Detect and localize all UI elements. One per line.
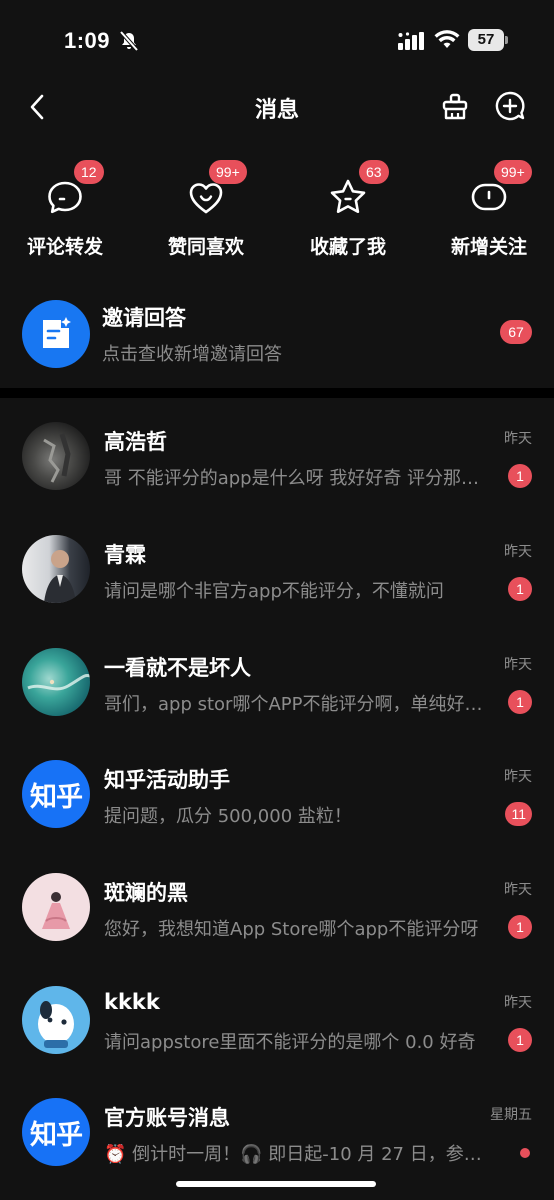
message-item[interactable]: 青霖 请问是哪个非官方app不能评分，不懂就问 昨天 1 (0, 535, 554, 647)
message-preview: 请问appstore里面不能评分的是哪个 0.0 好奇 (104, 1032, 476, 1053)
status-bar: 1:09 57 (0, 0, 554, 82)
header-bar: 消息 (0, 82, 554, 132)
quick-item-favorites[interactable]: 63 收藏了我 (283, 160, 413, 260)
message-time: 昨天 (504, 882, 532, 898)
unread-badge: 1 (508, 577, 532, 601)
message-preview: 哥们，app stor哪个APP不能评分啊，单纯好奇想看看 (104, 694, 490, 715)
zhihu-logo-avatar: 知乎 (22, 1098, 90, 1166)
invite-title: 邀请回答 (102, 306, 186, 330)
message-name: 斑斓的黑 (104, 881, 188, 905)
status-time: 1:09 (64, 28, 111, 53)
message-preview: 提问题，瓜分 500,000 盐粒！ (104, 806, 352, 827)
avatar (22, 986, 90, 1054)
message-item[interactable]: 高浩哲 哥 不能评分的app是什么呀 我好好奇 评分那里是什么样子的 昨天 1 (0, 422, 554, 534)
likes-badge: 99+ (209, 160, 247, 184)
quick-label-followers: 新增关注 (450, 236, 527, 258)
clear-broom-icon[interactable] (440, 92, 470, 122)
message-preview: 请问是哪个非官方app不能评分，不懂就问 (104, 581, 444, 602)
unread-badge: 1 (508, 1028, 532, 1052)
add-chat-icon[interactable] (494, 90, 526, 122)
quick-label-favorites: 收藏了我 (309, 236, 386, 258)
quick-label-comments: 评论转发 (26, 236, 103, 258)
message-item[interactable]: 知乎 知乎活动助手 提问题，瓜分 500,000 盐粒！ 昨天 11 (0, 760, 554, 872)
page-title: 消息 (254, 98, 299, 123)
favorites-badge: 63 (359, 160, 389, 184)
message-name: 青霖 (104, 543, 146, 567)
message-preview: 您好，我想知道App Store哪个app不能评分呀 (104, 919, 479, 940)
message-name: kkkk (104, 990, 160, 1014)
avatar (22, 873, 90, 941)
message-name: 官方账号消息 (104, 1106, 230, 1130)
bell-mute-icon (119, 30, 139, 52)
message-preview: ⏰ 倒计时一周！🎧 即日起-10 月 27 日，参与活动 (104, 1144, 490, 1165)
message-item[interactable]: kkkk 请问appstore里面不能评分的是哪个 0.0 好奇 昨天 1 (0, 986, 554, 1098)
message-name: 一看就不是坏人 (104, 656, 251, 680)
unread-badge: 11 (505, 802, 532, 826)
avatar (22, 648, 90, 716)
section-divider (0, 388, 554, 398)
message-time: 昨天 (504, 769, 532, 785)
invite-badge: 67 (500, 320, 532, 344)
battery-indicator: 57 (468, 29, 508, 51)
quick-item-likes[interactable]: 99+ 赞同喜欢 (141, 160, 271, 260)
message-item[interactable]: 斑斓的黑 您好，我想知道App Store哪个app不能评分呀 昨天 1 (0, 873, 554, 985)
home-indicator[interactable] (176, 1181, 376, 1187)
quick-entries: 12 评论转发 99+ 赞同喜欢 63 收藏了我 99+ 新增关注 (0, 160, 554, 270)
followers-badge: 99+ (494, 160, 532, 184)
message-time: 昨天 (504, 657, 532, 673)
message-preview: 哥 不能评分的app是什么呀 我好好奇 评分那里是什么样子的 (104, 468, 490, 489)
message-item[interactable]: 一看就不是坏人 哥们，app stor哪个APP不能评分啊，单纯好奇想看看 昨天… (0, 648, 554, 760)
message-name: 高浩哲 (104, 430, 167, 454)
message-time: 昨天 (504, 431, 532, 447)
message-name: 知乎活动助手 (104, 768, 230, 792)
unread-badge: 1 (508, 915, 532, 939)
invite-answer-row[interactable]: 邀请回答 点击查收新增邀请回答 67 (0, 292, 554, 376)
document-sparkle-icon (43, 317, 71, 348)
message-time: 昨天 (504, 995, 532, 1011)
unread-badge: 1 (508, 690, 532, 714)
unread-dot (520, 1148, 530, 1158)
quick-item-comments[interactable]: 12 评论转发 (0, 160, 130, 260)
invite-avatar (22, 300, 90, 368)
zhihu-logo-avatar: 知乎 (22, 760, 90, 828)
unread-badge: 1 (508, 464, 532, 488)
signal-icon (398, 32, 424, 50)
wifi-icon (434, 30, 460, 48)
comments-badge: 12 (74, 160, 104, 184)
battery-level: 57 (468, 29, 504, 51)
avatar (22, 535, 90, 603)
avatar (22, 422, 90, 490)
invite-subtitle: 点击查收新增邀请回答 (102, 344, 282, 365)
quick-item-followers[interactable]: 99+ 新增关注 (424, 160, 554, 260)
message-time: 昨天 (504, 544, 532, 560)
quick-label-likes: 赞同喜欢 (167, 236, 244, 258)
message-time: 星期五 (490, 1107, 532, 1123)
battery-tip (505, 36, 508, 44)
